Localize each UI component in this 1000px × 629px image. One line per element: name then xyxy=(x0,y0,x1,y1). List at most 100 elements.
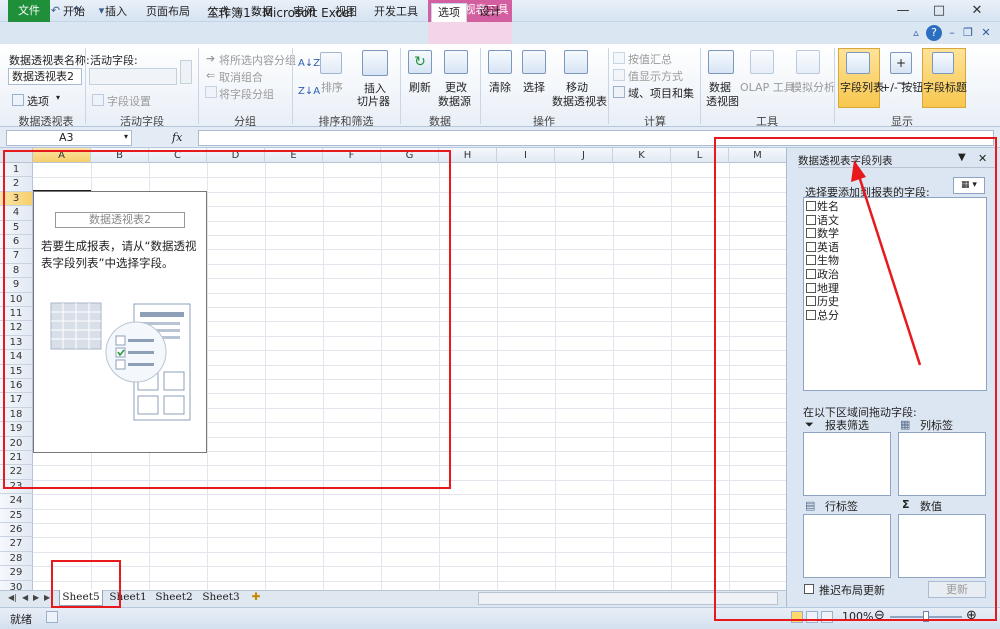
tab-review[interactable]: 审阅 xyxy=(286,3,322,22)
column-header[interactable]: K xyxy=(613,148,671,163)
fields-items-button[interactable]: 域、项目和集 xyxy=(628,85,694,101)
row-gridline xyxy=(33,566,786,568)
field-list-button[interactable]: 字段列表 xyxy=(840,79,884,95)
tab-design[interactable]: 设计 xyxy=(472,3,508,22)
row-header[interactable]: 27 xyxy=(0,537,33,552)
column-header[interactable]: J xyxy=(555,148,613,163)
show-values-icon xyxy=(613,69,625,81)
macro-record-icon[interactable] xyxy=(46,611,58,623)
group-field-button: 将字段分组 xyxy=(219,88,274,101)
row-gridline xyxy=(33,523,786,524)
refresh-button[interactable]: 刷新 xyxy=(409,79,431,95)
annotation-box-field-pane xyxy=(714,137,997,621)
name-box[interactable]: A3 xyxy=(6,130,132,146)
first-sheet-icon[interactable]: ◀| xyxy=(8,593,17,602)
divider xyxy=(292,48,293,124)
status-ready: 就绪 xyxy=(10,613,32,626)
options-dropdown-icon[interactable]: ▾ xyxy=(56,93,60,102)
field-list-icon xyxy=(846,52,870,74)
field-settings-button: 字段设置 xyxy=(107,95,151,108)
sort-button: 排序 xyxy=(321,81,343,94)
sheet-tab-sheet3[interactable]: Sheet3 xyxy=(199,590,243,606)
annotation-box-pivot-area xyxy=(3,150,451,489)
row-gridline xyxy=(33,537,786,539)
divider xyxy=(700,48,701,124)
pivot-chart-icon[interactable] xyxy=(708,50,734,74)
row-header[interactable]: 25 xyxy=(0,508,33,523)
insert-function-icon[interactable]: fx xyxy=(172,131,182,144)
column-gridline xyxy=(671,163,672,590)
ungroup-button: 取消组合 xyxy=(219,71,263,84)
tab-page-layout[interactable]: 页面布局 xyxy=(140,3,196,22)
tab-insert[interactable]: 插入 xyxy=(98,3,134,22)
ungroup-icon: ⇐ xyxy=(206,69,216,82)
tab-formulas[interactable]: 公式 xyxy=(200,3,236,22)
tab-home[interactable]: 开始 xyxy=(56,3,92,22)
row-header[interactable]: 26 xyxy=(0,523,33,538)
row-header[interactable]: 24 xyxy=(0,494,33,509)
select-button[interactable]: 选择 xyxy=(523,79,545,95)
ribbon-minimize-icon[interactable]: ▵ xyxy=(908,25,924,41)
tab-developer[interactable]: 开发工具 xyxy=(370,3,422,22)
move-pivot-icon[interactable] xyxy=(564,50,588,74)
plus-minus-button[interactable]: +/- 按钮 xyxy=(881,79,923,95)
name-box-dropdown-icon[interactable]: ▾ xyxy=(124,132,128,141)
doc-close-icon[interactable]: ✕ xyxy=(978,25,994,41)
row-gridline xyxy=(33,551,786,553)
tab-view[interactable]: 视图 xyxy=(328,3,364,22)
doc-restore-icon[interactable]: ❐ xyxy=(960,25,976,41)
insert-sheet-icon[interactable]: ✚ xyxy=(248,590,264,606)
active-field-input xyxy=(89,68,177,85)
row-header[interactable]: 28 xyxy=(0,551,33,567)
plus-minus-icon: +− xyxy=(890,52,912,90)
column-header[interactable]: I xyxy=(497,148,555,163)
field-headers-icon xyxy=(932,52,954,74)
sort-icon[interactable] xyxy=(320,52,342,74)
column-gridline xyxy=(497,163,498,590)
column-gridline xyxy=(555,163,556,590)
sort-az-icon[interactable]: A↓Z xyxy=(298,58,320,69)
select-icon[interactable] xyxy=(522,50,546,74)
refresh-icon[interactable]: ↻ xyxy=(408,50,432,74)
next-sheet-icon[interactable]: ▶ xyxy=(33,593,39,602)
help-icon[interactable]: ? xyxy=(926,25,942,41)
doc-minimize-icon[interactable]: – xyxy=(944,25,960,41)
options-icon xyxy=(12,94,24,106)
row-gridline xyxy=(33,580,786,582)
divider xyxy=(834,48,835,124)
sort-za-icon[interactable]: Z↓A xyxy=(298,86,320,97)
divider xyxy=(608,48,609,124)
group-selection-icon: ➔ xyxy=(206,52,216,65)
active-field-label: 活动字段: xyxy=(90,54,138,67)
whatif-button: 模拟分析 xyxy=(791,81,835,94)
whatif-icon xyxy=(796,50,820,74)
row-gridline xyxy=(33,494,786,496)
move-pivot-label-2[interactable]: 数据透视表 xyxy=(552,93,607,109)
prev-sheet-icon[interactable]: ◀ xyxy=(22,593,28,602)
clear-icon[interactable] xyxy=(488,50,512,74)
options-button[interactable]: 选项 xyxy=(27,93,49,109)
maximize-button[interactable]: □ xyxy=(920,0,958,22)
tab-file[interactable]: 文件 xyxy=(8,0,50,22)
pivot-name-input[interactable]: 数据透视表2 xyxy=(8,68,82,85)
clear-button[interactable]: 清除 xyxy=(489,79,511,95)
fields-items-icon xyxy=(613,86,625,98)
column-gridline xyxy=(613,163,614,590)
pivot-chart-label-2[interactable]: 透视图 xyxy=(706,93,739,109)
insert-slicer-label-2[interactable]: 切片器 xyxy=(357,93,390,109)
sheet-tab-sheet2[interactable]: Sheet2 xyxy=(152,590,196,606)
summarize-icon xyxy=(613,52,625,64)
minimize-button[interactable]: — xyxy=(884,0,922,22)
row-header[interactable]: 29 xyxy=(0,566,33,581)
row-header[interactable]: 30 xyxy=(0,580,33,590)
change-source-icon[interactable] xyxy=(444,50,468,74)
context-tabs-background xyxy=(428,22,512,44)
slicer-icon[interactable] xyxy=(362,50,388,76)
change-source-label-2[interactable]: 数据源 xyxy=(438,93,471,109)
tab-data[interactable]: 数据 xyxy=(244,3,280,22)
pivot-name-label: 数据透视表名称: xyxy=(9,54,90,67)
close-button[interactable]: ✕ xyxy=(958,0,996,22)
tab-options[interactable]: 选项 xyxy=(431,3,467,22)
group-selection-button: 将所选内容分组 xyxy=(219,54,296,67)
field-headers-button[interactable]: 字段标题 xyxy=(923,79,967,95)
